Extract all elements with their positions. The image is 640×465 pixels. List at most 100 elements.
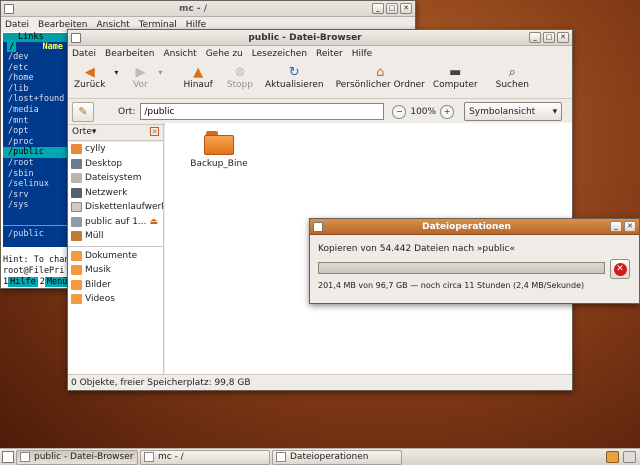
reload-button[interactable]: ↻ Aktualisieren	[265, 64, 324, 91]
search-label: Suchen	[495, 80, 529, 90]
fb-menu-bookmarks[interactable]: Lesezeichen	[252, 49, 307, 59]
trash-icon	[71, 231, 82, 242]
close-button[interactable]: ✕	[557, 32, 569, 43]
place-home[interactable]: cylly	[68, 142, 163, 157]
view-mode-select[interactable]: Symbolansicht ▾	[464, 102, 563, 121]
mc-file-row[interactable]: /lib	[3, 84, 67, 95]
eject-icon[interactable]: ⏏	[150, 217, 159, 227]
fb-menu-view[interactable]: Ansicht	[163, 49, 196, 59]
show-desktop-icon[interactable]	[2, 451, 14, 463]
side-pane-selector[interactable]: Orte▾	[72, 127, 96, 137]
copy-message: Kopieren von 54.442 Dateien nach »public…	[318, 244, 516, 254]
mc-menu-file[interactable]: Datei	[5, 20, 29, 30]
task-mc[interactable]: mc - /	[140, 449, 270, 465]
fb-menu-file[interactable]: Datei	[72, 49, 96, 59]
bookmark-documents[interactable]: Dokumente	[68, 249, 163, 264]
fkey-menu[interactable]: Menü	[44, 277, 70, 287]
zoom-out-icon[interactable]: −	[392, 104, 407, 119]
terminal-icon	[4, 3, 14, 14]
place-trash[interactable]: Müll	[68, 229, 163, 244]
task-file-browser[interactable]: public - Datei-Browser	[16, 449, 138, 465]
file-browser-window[interactable]: public - Datei-Browser _ □ ✕ Datei Bearb…	[67, 29, 573, 391]
workspace-icon[interactable]	[623, 451, 636, 463]
mc-file-row[interactable]: /srv	[3, 190, 67, 201]
mc-file-row[interactable]: /lost+found	[3, 94, 67, 105]
home-button[interactable]: ⌂ Persönlicher Ordner	[336, 64, 425, 91]
edit-location-button[interactable]: ✎	[72, 101, 94, 122]
fb-menu-go[interactable]: Gehe zu	[206, 49, 243, 59]
fb-menu-edit[interactable]: Bearbeiten	[105, 49, 154, 59]
bookmark-pictures[interactable]: Bilder	[68, 278, 163, 293]
file-item[interactable]: Backup_Bine	[189, 131, 249, 169]
computer-button[interactable]: ▬ Computer	[433, 64, 478, 91]
back-label: Zurück	[74, 80, 106, 90]
zoom-in-icon[interactable]: +	[440, 104, 455, 119]
place-floppy[interactable]: Diskettenlaufwerk	[68, 200, 163, 215]
close-button[interactable]: ✕	[400, 3, 412, 14]
mc-file-row[interactable]: /mnt	[3, 116, 67, 127]
task-file-operations[interactable]: Dateioperationen	[272, 449, 402, 465]
maximize-button[interactable]: □	[543, 32, 555, 43]
home-icon	[71, 144, 82, 155]
mc-file-row[interactable]: /sys	[3, 200, 67, 211]
chevron-down-icon: ▾	[158, 67, 163, 77]
fb-titlebar[interactable]: public - Datei-Browser _ □ ✕	[68, 30, 572, 46]
folder-icon	[71, 265, 82, 276]
fb-toolbar: ◀ Zurück ▾ ▶ Vor ▾ ▲ Hinauf ⊗ Stopp ↻ Ak…	[68, 61, 572, 99]
fb-menu-help[interactable]: Hilfe	[352, 49, 372, 59]
mc-file-row[interactable]: /media	[3, 105, 67, 116]
mc-menu-terminal[interactable]: Terminal	[139, 20, 177, 30]
file-operations-dialog[interactable]: Dateioperationen _ ✕ Kopieren von 54.442…	[309, 218, 640, 304]
forward-button[interactable]: ▶ Vor	[131, 64, 149, 91]
close-button[interactable]: ✕	[624, 221, 636, 232]
mc-panel-title: Links	[18, 32, 44, 42]
folder-icon	[71, 250, 82, 261]
place-filesystem[interactable]: Dateisystem	[68, 171, 163, 186]
stop-button[interactable]: ⊗ Stopp	[227, 64, 253, 91]
location-input[interactable]	[140, 103, 385, 120]
chevron-down-icon: ▾	[552, 106, 558, 117]
maximize-button[interactable]: □	[386, 3, 398, 14]
mc-menu-help[interactable]: Hilfe	[186, 20, 206, 30]
place-network[interactable]: Netzwerk	[68, 186, 163, 201]
mc-left-panel[interactable]: Links / Name /dev/etc/home/lib/lost+foun…	[3, 33, 67, 247]
fb-menu-tabs[interactable]: Reiter	[316, 49, 343, 59]
mc-menu-edit[interactable]: Bearbeiten	[38, 20, 87, 30]
forward-history-dropdown[interactable]: ▾	[151, 64, 169, 80]
place-public-share[interactable]: public auf 1... ⏏	[68, 215, 163, 230]
fkey-help[interactable]: Hilfe	[8, 277, 38, 287]
up-button[interactable]: ▲ Hinauf	[183, 64, 212, 91]
search-button[interactable]: ⌕ Suchen	[495, 64, 529, 91]
mc-titlebar[interactable]: mc - / _ □ ✕	[1, 1, 415, 17]
mc-file-row[interactable]: /proc	[3, 137, 67, 148]
folder-icon	[204, 131, 234, 155]
bookmark-music[interactable]: Musik	[68, 263, 163, 278]
folder-window-icon	[71, 32, 81, 43]
mc-file-row[interactable]: /sbin	[3, 169, 67, 180]
mc-menu-view[interactable]: Ansicht	[96, 20, 129, 30]
mc-file-row[interactable]: /home	[3, 73, 67, 84]
cancel-operation-button[interactable]: ✕	[610, 259, 630, 279]
close-side-pane-icon[interactable]: ✕	[150, 127, 159, 136]
forward-label: Vor	[133, 80, 148, 90]
minimize-button[interactable]: _	[610, 221, 622, 232]
place-desktop[interactable]: Desktop	[68, 157, 163, 172]
folder-icon	[71, 294, 82, 305]
mc-file-row[interactable]: /opt	[3, 126, 67, 137]
floppy-icon	[71, 202, 82, 213]
minimize-button[interactable]: _	[372, 3, 384, 14]
dialog-titlebar[interactable]: Dateioperationen _ ✕	[310, 219, 639, 235]
mc-file-row[interactable]: /selinux	[3, 179, 67, 190]
bookmark-videos[interactable]: Videos	[68, 292, 163, 307]
mc-file-row[interactable]: /dev	[3, 52, 67, 63]
back-button[interactable]: ◀ Zurück	[74, 64, 106, 91]
back-history-dropdown[interactable]: ▾	[107, 64, 125, 80]
workspace-icon[interactable]	[606, 451, 619, 463]
dialog-body: Kopieren von 54.442 Dateien nach »public…	[310, 235, 639, 299]
arrow-right-icon: ▶	[135, 64, 146, 80]
mc-file-row[interactable]: /root	[3, 158, 67, 169]
mc-file-row[interactable]: /public	[3, 147, 67, 158]
mc-file-row[interactable]: /etc	[3, 63, 67, 74]
minimize-button[interactable]: _	[529, 32, 541, 43]
mc-hint: Hint: To chan	[3, 255, 70, 265]
